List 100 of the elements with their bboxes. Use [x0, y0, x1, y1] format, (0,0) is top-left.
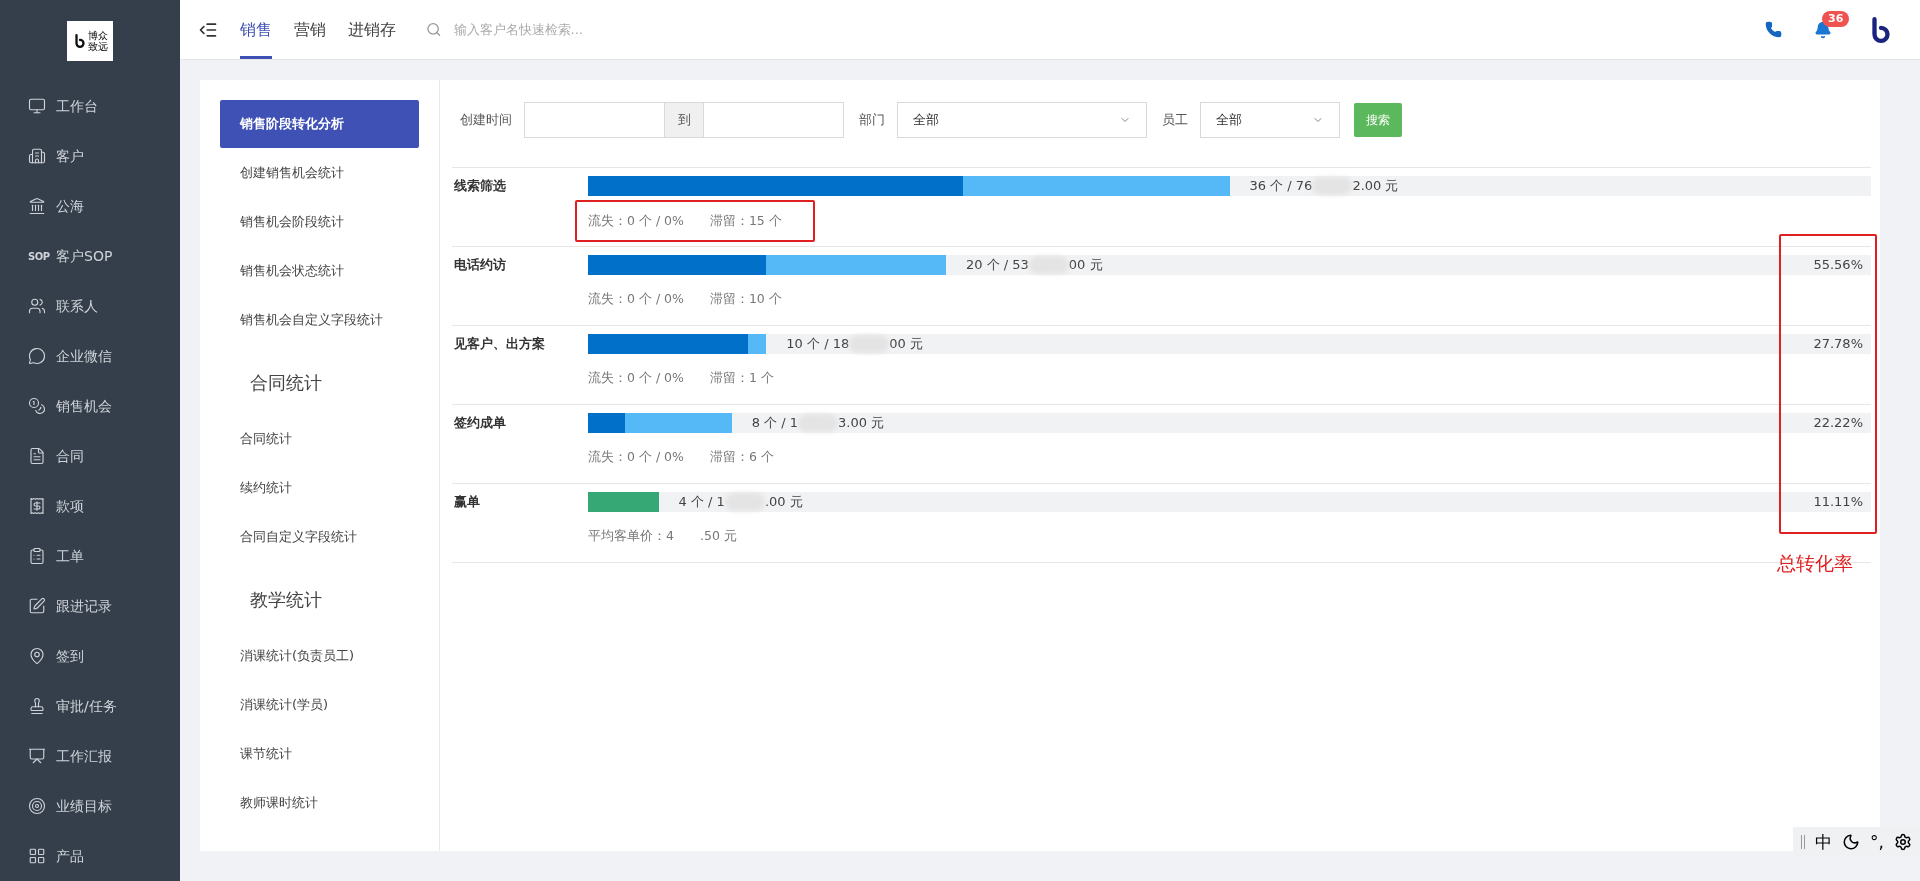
logo-text: 博众: [87, 29, 108, 41]
employee-select[interactable]: 全部: [1200, 102, 1340, 138]
range-separator: 到: [664, 103, 704, 137]
sidebar-item[interactable]: 销售机会: [0, 381, 180, 431]
conversion-rate: 22.22%: [1813, 414, 1864, 433]
logo-mark-icon: [72, 33, 87, 48]
amount-text: 8 个 / 1: [751, 414, 798, 433]
sidebar-item[interactable]: 客户: [0, 131, 180, 181]
conversion-rate: 27.78%: [1813, 335, 1864, 354]
blur-patch: [1028, 256, 1069, 274]
amount-text: 20 个 / 53: [965, 256, 1029, 275]
date-range-field[interactable]: 到: [524, 102, 844, 138]
stage-name: 线索筛选: [453, 177, 507, 195]
logo-text: 致远: [87, 40, 108, 52]
submenu-item[interactable]: 销售阶段转化分析: [220, 100, 419, 148]
amount-text: 00 元: [889, 335, 923, 354]
stage-detail: 滞留：1 个: [709, 368, 774, 387]
building-icon: [28, 197, 46, 215]
stage-detail: 滞留：10 个: [709, 289, 782, 308]
document-icon: [28, 447, 46, 465]
submenu-item[interactable]: 消课统计(学员): [220, 681, 419, 729]
sidebar-item[interactable]: 合同: [0, 431, 180, 481]
amount-text: .00 元: [764, 493, 803, 512]
nav-tab[interactable]: 营销: [294, 0, 326, 59]
sidebar-item[interactable]: 审批/任务: [0, 681, 180, 731]
sidebar-item[interactable]: 业绩目标: [0, 781, 180, 831]
amount-text: 00 元: [1068, 256, 1103, 275]
amount-text: 10 个 / 18: [786, 335, 850, 354]
annotation-label: 总转化率: [1777, 551, 1853, 576]
submenu-item[interactable]: 课节统计: [220, 730, 419, 778]
chat-icon: [28, 347, 46, 365]
department-select[interactable]: 全部: [897, 102, 1147, 138]
blur-patch: [798, 414, 838, 432]
stage-detail: 流失：0 个 / 0%: [588, 368, 684, 387]
sidebar-item[interactable]: 工作汇报: [0, 731, 180, 781]
sidebar-item[interactable]: SOP 客户SOP: [0, 231, 180, 281]
presentation-icon: [28, 747, 46, 765]
settings-icon[interactable]: [1894, 833, 1912, 851]
submenu-item[interactable]: 合同自定义字段统计: [220, 513, 419, 561]
blur-patch: [724, 493, 765, 511]
stage-name: 赢单: [453, 493, 481, 511]
sidebar-item[interactable]: 企业微信: [0, 331, 180, 381]
filter-label: 部门: [859, 111, 885, 130]
contacts-icon: [28, 297, 46, 315]
target-icon: [28, 797, 46, 815]
nav-tab[interactable]: 进销存: [348, 0, 396, 59]
stage-name: 见客户、出方案: [453, 335, 546, 353]
ime-button[interactable]: 中: [1815, 833, 1833, 851]
filter-label: 员工: [1162, 111, 1188, 130]
stage-detail: 滞留：15 个: [709, 211, 782, 230]
coins-icon: [28, 397, 46, 415]
building-icon: [28, 147, 46, 165]
search-field[interactable]: 输入客户名快速检索...: [453, 19, 746, 40]
submenu-item[interactable]: 销售机会状态统计: [220, 247, 419, 295]
stage-detail: 滞留：6 个: [709, 447, 774, 466]
sidebar-item[interactable]: 联系人: [0, 281, 180, 331]
stage-name: 签约成单: [453, 414, 507, 432]
receipt-icon: [28, 497, 46, 515]
amount-text: 3.00 元: [838, 414, 885, 433]
notification-badge: 36: [1822, 10, 1850, 27]
stage-detail: 流失：0 个 / 0%: [588, 447, 684, 466]
submenu-item[interactable]: 续约统计: [220, 464, 419, 512]
moon-icon[interactable]: [1842, 833, 1861, 851]
bell-icon[interactable]: [1814, 20, 1832, 39]
amount-text: 4 个 / 1: [678, 493, 725, 512]
stage-detail: 流失：0 个 / 0%: [588, 289, 684, 308]
sidebar-item[interactable]: 公海: [0, 181, 180, 231]
ime-button[interactable]: °,: [1870, 833, 1884, 851]
sidebar-item[interactable]: 跟进记录: [0, 581, 180, 631]
amount-text: 2.00 元: [1352, 177, 1399, 196]
phone-icon[interactable]: [1765, 21, 1782, 38]
submenu-item[interactable]: 销售机会阶段统计: [220, 198, 419, 246]
submenu-item[interactable]: 创建销售机会统计: [220, 149, 419, 197]
submenu-item[interactable]: 教师课时统计: [220, 779, 419, 827]
blur-patch: [1312, 177, 1353, 195]
stage-detail: 流失：0 个 / 0%: [588, 211, 684, 230]
submenu-item[interactable]: 销售机会自定义字段统计: [220, 296, 419, 344]
conversion-rate: 55.56%: [1813, 256, 1864, 275]
edit-icon: [28, 597, 46, 615]
filter-label: 创建时间: [460, 111, 512, 130]
sidebar-item[interactable]: 产品: [0, 831, 180, 881]
stage-detail: 平均客单价：4: [588, 526, 674, 545]
submenu-group-title: 合同统计: [249, 370, 323, 395]
nav-tab[interactable]: 销售: [240, 0, 272, 59]
stamp-icon: [28, 697, 46, 715]
sidebar-item[interactable]: 款项: [0, 481, 180, 531]
sidebar-item[interactable]: 签到: [0, 631, 180, 681]
amount-text: 36 个 / 76: [1249, 177, 1313, 196]
stage-name: 电话约访: [453, 256, 507, 274]
submenu-item[interactable]: 消课统计(负责员工): [220, 632, 419, 680]
sidebar-item[interactable]: 工作台: [0, 81, 180, 131]
stage-detail: .50 元: [699, 526, 737, 545]
clipboard-icon: [28, 547, 46, 565]
search-icon: [426, 21, 442, 38]
sidebar-item[interactable]: 工单: [0, 531, 180, 581]
submenu-item[interactable]: 合同统计: [220, 415, 419, 463]
grid-icon: [28, 847, 46, 865]
conversion-rate: 11.11%: [1813, 493, 1864, 512]
map-pin-icon: [28, 647, 46, 665]
monitor-icon: [28, 97, 46, 115]
